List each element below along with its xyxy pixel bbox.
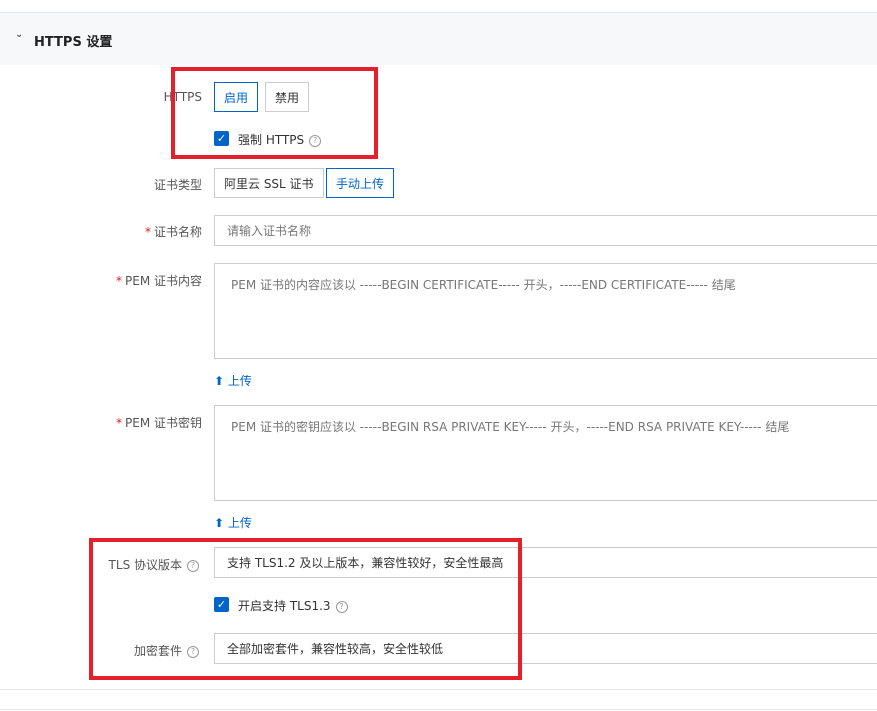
- cert-name-input[interactable]: 请输入证书名称: [214, 215, 877, 246]
- divider: [0, 689, 877, 690]
- pem-key-textarea[interactable]: PEM 证书的密钥应该以 -----BEGIN RSA PRIVATE KEY-…: [214, 405, 877, 501]
- upload-pem-content-link[interactable]: ⬆ 上传: [214, 372, 252, 389]
- upload-icon: ⬆: [214, 516, 225, 530]
- divider: [0, 709, 877, 710]
- pem-key-label: * PEM 证书密钥: [116, 416, 202, 430]
- chevron-down-icon[interactable]: ⌄: [15, 29, 23, 40]
- section-header[interactable]: ⌄ HTTPS 设置: [0, 13, 877, 65]
- cert-type-label: 证书类型: [153, 178, 202, 192]
- pem-content-textarea[interactable]: PEM 证书的内容应该以 -----BEGIN CERTIFICATE-----…: [214, 263, 877, 359]
- highlight-box-https: [171, 67, 378, 159]
- upload-icon: ⬆: [214, 374, 225, 388]
- highlight-box-tls: [89, 538, 522, 680]
- cert-type-manual[interactable]: 手动上传: [326, 168, 395, 198]
- upload-pem-key-link[interactable]: ⬆ 上传: [214, 514, 252, 531]
- section-title: HTTPS 设置: [34, 35, 113, 50]
- cert-name-label: * 证书名称: [144, 225, 202, 239]
- pem-content-label: * PEM 证书内容: [116, 274, 202, 288]
- cert-type-aliyun[interactable]: 阿里云 SSL 证书: [214, 168, 324, 198]
